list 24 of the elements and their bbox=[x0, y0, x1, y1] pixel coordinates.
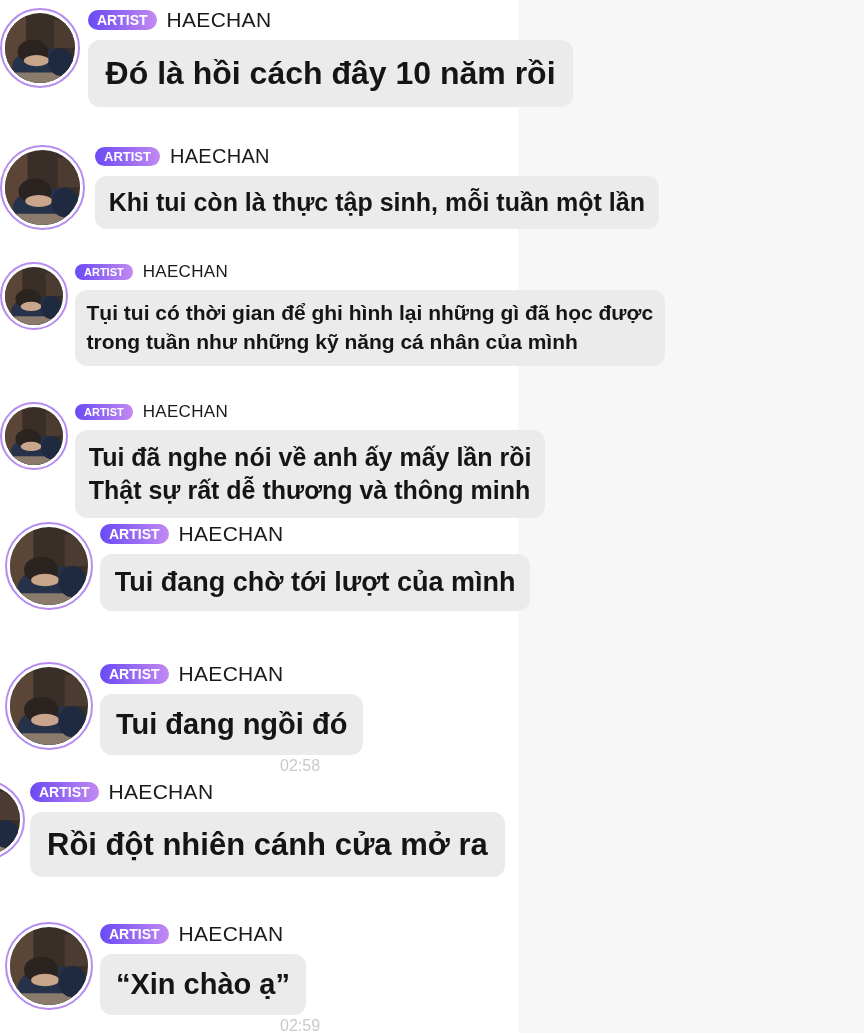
artist-badge: ARTIST bbox=[95, 147, 160, 166]
message-bubble: Rồi đột nhiên cánh cửa mở ra bbox=[30, 812, 505, 878]
artist-badge: ARTIST bbox=[75, 404, 133, 420]
sender-name: HAECHAN bbox=[178, 922, 284, 946]
artist-badge: ARTIST bbox=[88, 10, 157, 30]
message-bubble: “Xin chào ạ” bbox=[100, 954, 306, 1015]
message-bubble: Tui đang chờ tới lượt của mình bbox=[100, 554, 531, 611]
artist-badge: ARTIST bbox=[100, 524, 169, 544]
sender-name: HAECHAN bbox=[142, 262, 228, 282]
sender-name: HAECHAN bbox=[178, 662, 284, 686]
sender-name: HAECHAN bbox=[178, 522, 284, 546]
sender-name: HAECHAN bbox=[142, 402, 228, 422]
sender-name: HAECHAN bbox=[108, 780, 214, 804]
sender-name: HAECHAN bbox=[169, 145, 270, 168]
message-bubble: Tụi tui có thời gian để ghi hình lại những gì đã học được trong tuần như những kỹ năng cá nhân của mình bbox=[75, 290, 665, 366]
artist-badge: ARTIST bbox=[30, 782, 99, 802]
artist-badge: ARTIST bbox=[100, 924, 169, 944]
message-bubble: Đó là hồi cách đây 10 năm rồi bbox=[88, 40, 574, 108]
artist-badge: ARTIST bbox=[100, 664, 169, 684]
message-bubble: Khi tui còn là thực tập sinh, mỗi tuần một lần bbox=[95, 176, 659, 229]
message-bubble: Tui đang ngồi đó bbox=[100, 694, 364, 755]
artist-badge: ARTIST bbox=[75, 264, 133, 280]
sender-name: HAECHAN bbox=[166, 8, 272, 32]
message-bubble: Tui đã nghe nói về anh ấy mấy lần rồi Thật sự rất dễ thương và thông minh bbox=[75, 430, 546, 518]
